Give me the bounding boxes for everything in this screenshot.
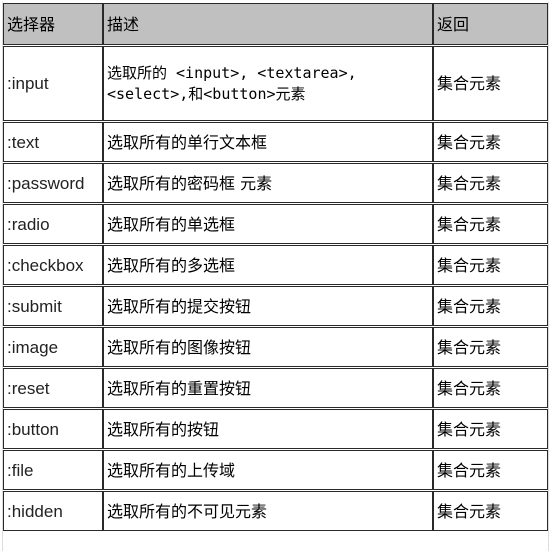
description-cell: 选取所有的重置按钮	[103, 368, 433, 408]
header-returns: 返回	[433, 3, 548, 45]
selector-cell: :submit	[3, 286, 103, 326]
table-row: :reset 选取所有的重置按钮 集合元素	[3, 368, 548, 408]
table-header-row: 选择器 描述 返回	[3, 3, 548, 45]
table-row: :image 选取所有的图像按钮 集合元素	[3, 327, 548, 367]
selector-cell: :button	[3, 409, 103, 449]
table-row: :hidden 选取所有的不可见元素 集合元素	[3, 491, 548, 531]
returns-cell: 集合元素	[433, 368, 548, 408]
header-selector: 选择器	[3, 3, 103, 45]
description-cell: 选取所有的上传域	[103, 450, 433, 490]
selector-cell: :password	[3, 163, 103, 203]
description-cell: 选取所有的多选框	[103, 245, 433, 285]
table-row: :password 选取所有的密码框 元素 集合元素	[3, 163, 548, 203]
description-cell: 选取所有的图像按钮	[103, 327, 433, 367]
selector-cell: :input	[3, 46, 103, 121]
selector-cell: :hidden	[3, 491, 103, 531]
table-row: :text 选取所有的单行文本框 集合元素	[3, 122, 548, 162]
header-description: 描述	[103, 3, 433, 45]
returns-cell: 集合元素	[433, 245, 548, 285]
selector-cell: :radio	[3, 204, 103, 244]
table-row: :checkbox 选取所有的多选框 集合元素	[3, 245, 548, 285]
form-selector-table: 选择器 描述 返回 :input 选取所的 <input>, <textarea…	[3, 2, 548, 532]
description-cell: 选取所有的密码框 元素	[103, 163, 433, 203]
table-row: :submit 选取所有的提交按钮 集合元素	[3, 286, 548, 326]
table-row: :button 选取所有的按钮 集合元素	[3, 409, 548, 449]
description-cell: 选取所有的单行文本框	[103, 122, 433, 162]
description-line: <select>,和<button>元素	[107, 84, 306, 103]
selector-cell: :reset	[3, 368, 103, 408]
description-cell: 选取所的 <input>, <textarea>, <select>,和<but…	[103, 46, 433, 121]
description-cell: 选取所有的按钮	[103, 409, 433, 449]
description-line: 选取所的 <input>, <textarea>,	[107, 63, 357, 82]
returns-cell: 集合元素	[433, 204, 548, 244]
table-row: :file 选取所有的上传域 集合元素	[3, 450, 548, 490]
selector-cell: :image	[3, 327, 103, 367]
description-cell: 选取所有的提交按钮	[103, 286, 433, 326]
selector-table-container: 选择器 描述 返回 :input 选取所的 <input>, <textarea…	[2, 2, 549, 551]
returns-cell: 集合元素	[433, 122, 548, 162]
returns-cell: 集合元素	[433, 327, 548, 367]
returns-cell: 集合元素	[433, 450, 548, 490]
returns-cell: 集合元素	[433, 286, 548, 326]
returns-cell: 集合元素	[433, 491, 548, 531]
description-cell: 选取所有的不可见元素	[103, 491, 433, 531]
returns-cell: 集合元素	[433, 409, 548, 449]
table-row: :radio 选取所有的单选框 集合元素	[3, 204, 548, 244]
table-row: :input 选取所的 <input>, <textarea>, <select…	[3, 46, 548, 121]
selector-cell: :checkbox	[3, 245, 103, 285]
selector-cell: :text	[3, 122, 103, 162]
returns-cell: 集合元素	[433, 46, 548, 121]
description-cell: 选取所有的单选框	[103, 204, 433, 244]
returns-cell: 集合元素	[433, 163, 548, 203]
selector-cell: :file	[3, 450, 103, 490]
